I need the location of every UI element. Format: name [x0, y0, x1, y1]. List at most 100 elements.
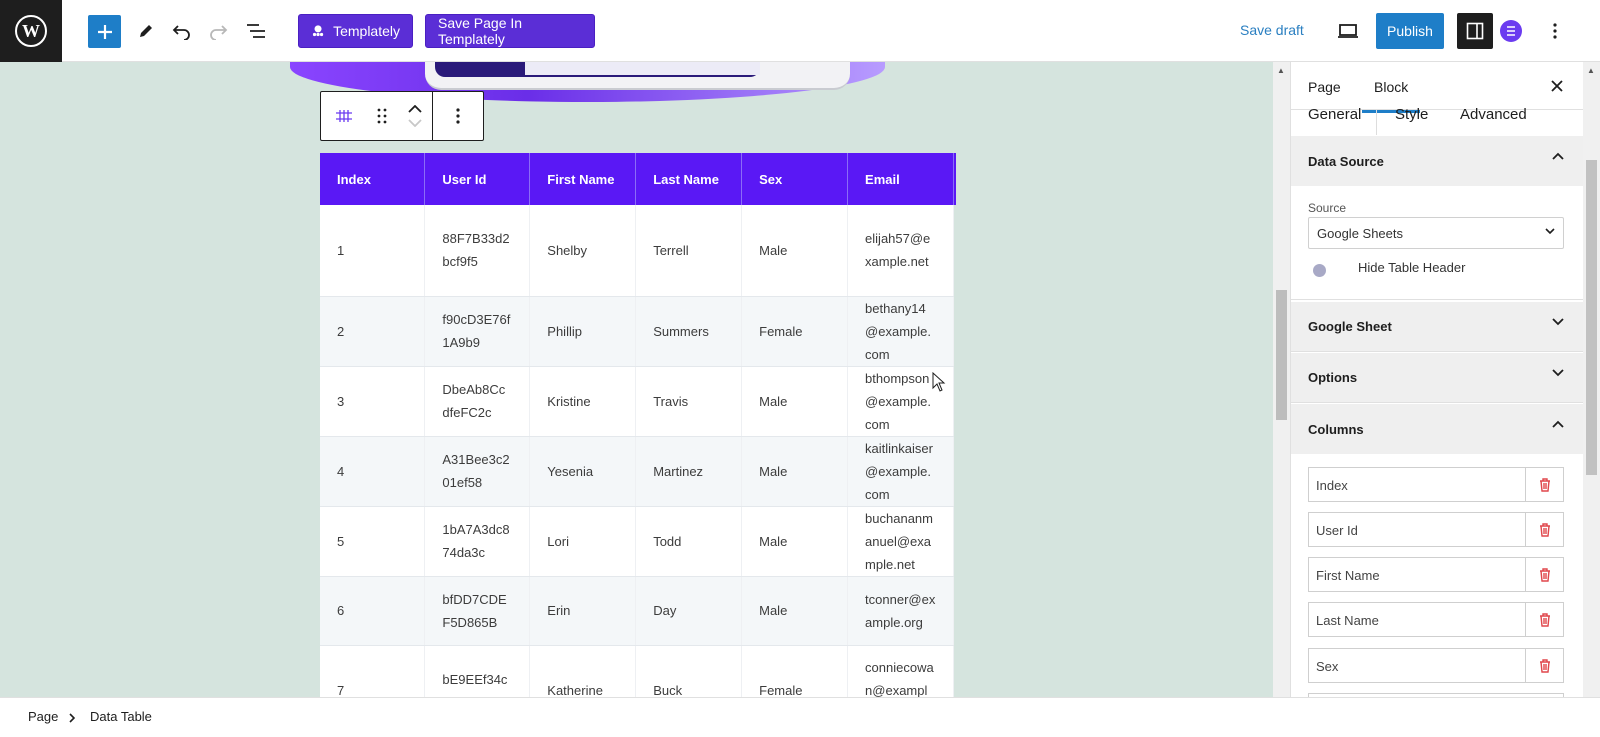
panel-title: Options: [1308, 370, 1358, 385]
table-row: 5 1bA7A3dc874da3c Lori Todd Male buchana…: [320, 506, 954, 577]
table-cell: 1: [320, 205, 426, 297]
column-item: First Name: [1308, 557, 1564, 592]
trash-icon: [1539, 477, 1550, 492]
column-item: Index: [1308, 467, 1564, 502]
table-cell: 2: [320, 296, 426, 367]
table-cell: A31Bee3c201ef58: [424, 436, 531, 507]
google-sheet-panel-toggle[interactable]: Google Sheet: [1291, 302, 1584, 352]
column-name[interactable]: User Id: [1316, 523, 1358, 538]
table-cell: buchananmanuel@example.net: [847, 506, 954, 577]
add-block-button[interactable]: [88, 15, 121, 48]
templately-button[interactable]: Templately: [298, 14, 413, 48]
sidebar-scrollbar-thumb[interactable]: [1586, 160, 1597, 475]
panel-title: Data Source: [1308, 153, 1384, 169]
undo-button[interactable]: [166, 15, 198, 47]
table-cell: 6: [320, 576, 426, 646]
mouse-cursor-icon: [932, 372, 946, 392]
editor-canvas: Index User Id First Name Last Name Sex E…: [0, 62, 1273, 709]
data-table: Index User Id First Name Last Name Sex E…: [320, 153, 954, 709]
drag-handle-icon: [377, 108, 387, 124]
tab-style[interactable]: Style: [1395, 106, 1428, 123]
sidebar-scroll-up-icon[interactable]: ▲: [1587, 66, 1595, 75]
table-row: 1 88F7B33d2bcf9f5 Shelby Terrell Male el…: [320, 205, 954, 297]
breadcrumb-page[interactable]: Page: [28, 709, 58, 724]
column-name[interactable]: Index: [1316, 478, 1348, 493]
chevron-up-icon: [1552, 420, 1564, 428]
table-cell: 5: [320, 506, 426, 577]
publish-button[interactable]: Publish: [1376, 13, 1444, 49]
redo-icon: [210, 25, 228, 40]
save-in-templately-label: Save Page In Templately: [438, 15, 523, 47]
column-name[interactable]: Sex: [1316, 659, 1338, 674]
save-draft-button[interactable]: Save draft: [1240, 22, 1304, 38]
column-name[interactable]: First Name: [1316, 568, 1380, 583]
table-cell: Martinez: [635, 436, 743, 507]
essential-blocks-button[interactable]: [1500, 20, 1522, 42]
table-row: 6 bfDD7CDEF5D865B Erin Day Male tconner@…: [320, 576, 954, 646]
table-cell: Kristine: [529, 366, 637, 437]
table-grid-icon: [336, 110, 352, 122]
table-header-row: Index User Id First Name Last Name Sex E…: [320, 153, 954, 205]
table-header-cell: Sex: [741, 153, 849, 205]
scroll-up-arrow-icon[interactable]: ▲: [1277, 66, 1285, 75]
tab-page[interactable]: Page: [1308, 79, 1341, 95]
options-menu-button[interactable]: [1543, 18, 1567, 44]
table-cell: 88F7B33d2bcf9f5: [424, 205, 531, 297]
tab-advanced[interactable]: Advanced: [1460, 106, 1527, 123]
options-panel-toggle[interactable]: Options: [1291, 353, 1584, 403]
columns-panel-toggle[interactable]: Columns: [1291, 404, 1584, 454]
save-in-templately-button[interactable]: Save Page In Templately: [425, 14, 595, 48]
move-up-icon[interactable]: [407, 105, 422, 113]
delete-column-button[interactable]: [1525, 649, 1563, 682]
settings-sidebar-toggle[interactable]: [1457, 13, 1493, 49]
drag-handle[interactable]: [367, 92, 397, 140]
table-row: 2 f90cD3E76f1A9b9 Phillip Summers Female…: [320, 296, 954, 367]
svg-text:W: W: [22, 21, 40, 41]
table-cell: kaitlinkaiser@example.com: [847, 436, 954, 507]
table-cell: bfDD7CDEF5D865B: [424, 576, 531, 646]
table-cell: Travis: [635, 366, 743, 437]
table-cell: Male: [741, 506, 849, 577]
table-cell: tconner@example.org: [847, 576, 954, 646]
column-name[interactable]: Last Name: [1316, 613, 1379, 628]
move-down-icon[interactable]: [407, 119, 422, 127]
table-cell: Shelby: [529, 205, 637, 297]
close-sidebar-button[interactable]: [1546, 75, 1568, 97]
table-cell: Male: [741, 205, 849, 297]
document-overview-button[interactable]: [240, 15, 272, 47]
sidebar-icon: [1466, 22, 1484, 40]
breadcrumb-data-table[interactable]: Data Table: [90, 709, 152, 724]
chevron-up-icon: [1552, 152, 1564, 160]
chevron-down-icon: [1552, 369, 1564, 377]
delete-column-button[interactable]: [1525, 603, 1563, 636]
table-cell: Terrell: [635, 205, 743, 297]
plus-icon: [97, 24, 112, 39]
tab-general[interactable]: General: [1308, 106, 1361, 123]
delete-column-button[interactable]: [1525, 468, 1563, 501]
delete-column-button[interactable]: [1525, 513, 1563, 546]
table-cell: f90cD3E76f1A9b9: [424, 296, 531, 367]
delete-column-button[interactable]: [1525, 558, 1563, 591]
column-item: User Id: [1308, 512, 1564, 547]
sub-tab-divider: [1376, 110, 1377, 135]
editor-top-bar: W Templately Save Page In Templately Sav…: [0, 0, 1600, 62]
preview-button[interactable]: [1332, 15, 1364, 47]
table-header-cell: First Name: [529, 153, 637, 205]
table-cell: Lori: [529, 506, 637, 577]
data-source-panel-toggle[interactable]: Data Source: [1291, 136, 1584, 186]
tools-button[interactable]: [130, 15, 162, 47]
source-select[interactable]: Google Sheets: [1308, 217, 1564, 249]
list-view-icon: [247, 24, 265, 38]
redo-button[interactable]: [202, 15, 234, 47]
canvas-scrollbar-thumb[interactable]: [1276, 290, 1287, 420]
chevron-down-icon: [1545, 228, 1555, 235]
wordpress-logo-icon[interactable]: W: [0, 0, 62, 62]
hide-table-header-toggle[interactable]: [1309, 262, 1344, 278]
more-vertical-icon: [1553, 23, 1557, 39]
block-type-button[interactable]: [321, 92, 367, 140]
tab-block[interactable]: Block: [1361, 79, 1421, 113]
source-selected-value: Google Sheets: [1317, 226, 1404, 241]
table-cell: 3: [320, 366, 426, 437]
block-options-button[interactable]: [433, 92, 483, 140]
table-cell: Male: [741, 436, 849, 507]
